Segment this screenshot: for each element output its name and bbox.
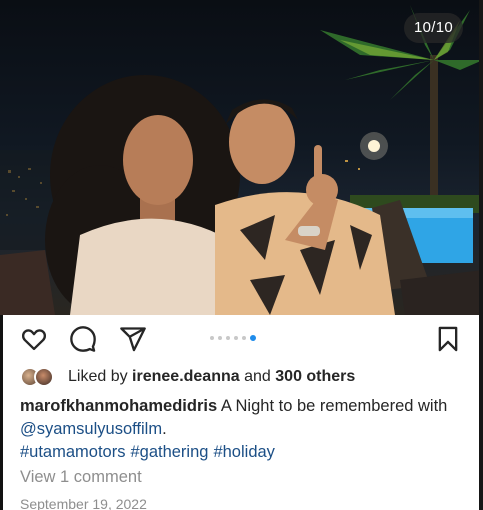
right-edge — [479, 0, 483, 510]
image-counter-badge: 10/10 — [403, 13, 463, 43]
mention-link[interactable]: @syamsulyusoffilm — [20, 420, 162, 438]
action-bar — [0, 315, 483, 363]
hashtag-link[interactable]: #utamamotors — [20, 443, 125, 461]
carousel-dot — [226, 336, 230, 340]
hashtag-link[interactable]: #holiday — [213, 443, 274, 461]
post-date: September 19, 2022 — [20, 496, 147, 510]
carousel-dot-active — [250, 335, 256, 341]
post-photo-illustration — [0, 5, 483, 315]
carousel-dot — [218, 336, 222, 340]
view-comments-link[interactable]: View 1 comment — [20, 468, 142, 487]
carousel-dot — [234, 336, 238, 340]
heart-icon — [21, 329, 47, 351]
caption-end: . — [162, 420, 167, 438]
hashtag-list: #utamamotors #gathering #holiday — [20, 441, 280, 464]
share-button[interactable] — [119, 325, 147, 353]
liker-avatars — [20, 366, 58, 388]
save-button[interactable] — [434, 325, 462, 353]
avatar — [34, 367, 54, 387]
likes-connector: and — [244, 368, 271, 385]
author-username-link[interactable]: marofkhanmohamedidris — [20, 397, 217, 415]
comment-bubble-icon — [70, 326, 96, 352]
likes-prefix: Liked by — [68, 368, 128, 385]
like-button[interactable] — [20, 325, 48, 353]
others-likes-link[interactable]: 300 others — [275, 368, 355, 386]
post-caption: marofkhanmohamedidris A Night to be reme… — [20, 395, 460, 441]
carousel-dot — [242, 336, 246, 340]
comment-button[interactable] — [69, 325, 97, 353]
bookmark-icon — [438, 326, 458, 352]
caption-text: A Night to be remembered with — [220, 397, 448, 415]
hashtag-link[interactable]: #gathering — [130, 443, 208, 461]
likes-summary[interactable]: Liked by irenee.deanna and 300 others — [20, 366, 355, 388]
carousel-dot — [210, 336, 214, 340]
paper-plane-icon — [120, 327, 146, 352]
post-photo[interactable]: 10/10 — [0, 0, 483, 315]
liker-username-link[interactable]: irenee.deanna — [132, 368, 240, 386]
carousel-indicator — [210, 335, 256, 341]
